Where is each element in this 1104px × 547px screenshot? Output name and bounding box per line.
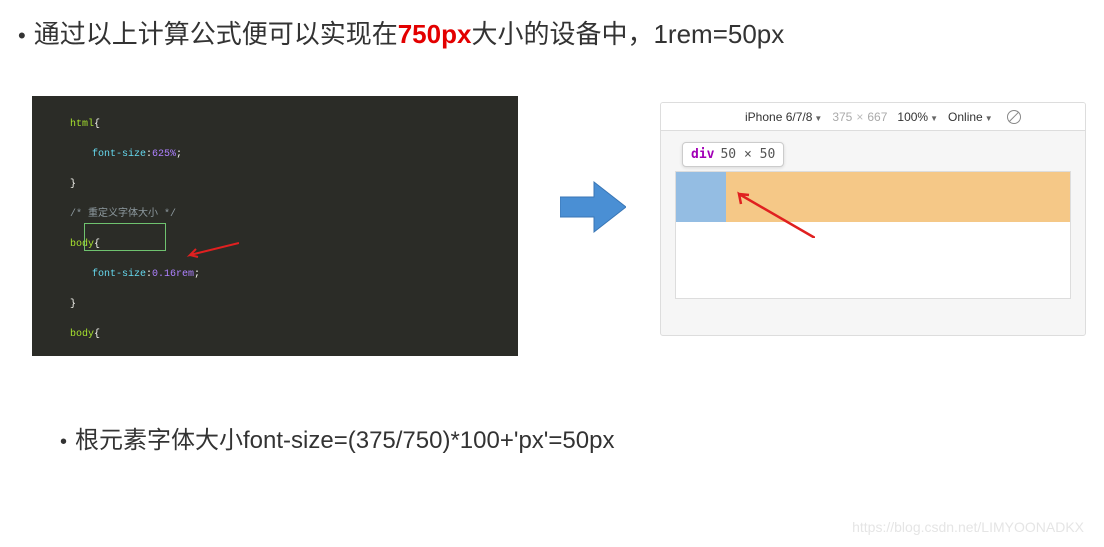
sub-text: 根元素字体大小font-size=(375/750)*100+'px'=50px: [75, 420, 614, 455]
bullet-dot: •: [60, 431, 67, 454]
network-selector[interactable]: Online▼: [948, 110, 993, 124]
code-editor: html{ font-size:625%; } /* 重定义字体大小 */ bo…: [32, 96, 518, 356]
bullet-dot: •: [18, 23, 26, 49]
sub-bullet: • 根元素字体大小font-size=(375/750)*100+'px'=50…: [60, 420, 614, 455]
tooltip-dimensions: 50 × 50: [720, 147, 775, 162]
main-text-pre: 通过以上计算公式便可以实现在: [34, 19, 398, 49]
zoom-selector[interactable]: 100%▼: [897, 110, 938, 124]
device-selector[interactable]: iPhone 6/7/8▼: [745, 110, 822, 124]
stop-icon[interactable]: [1007, 110, 1021, 124]
rendered-div-element: [676, 172, 726, 222]
main-bullet: • 通过以上计算公式便可以实现在750px大小的设备中，1rem=50px: [18, 14, 784, 51]
watermark: https://blog.csdn.net/LIMYOONADKX: [852, 519, 1084, 535]
annotation-arrow-icon: [172, 226, 227, 244]
tooltip-tag: div: [691, 147, 714, 162]
annotation-arrow-icon: [735, 190, 815, 238]
main-text-post: 大小的设备中，1rem=50px: [471, 19, 784, 49]
devtools-panel: iPhone 6/7/8▼ 375×667 100%▼ Online▼: [660, 102, 1086, 336]
element-tooltip: div 50 × 50: [682, 142, 784, 167]
highlight-box: [84, 223, 166, 251]
devtools-toolbar: iPhone 6/7/8▼ 375×667 100%▼ Online▼: [661, 103, 1085, 131]
main-text-highlight: 750px: [398, 19, 472, 49]
arrow-right-icon: [560, 180, 626, 234]
viewport-height-input[interactable]: 667: [867, 110, 887, 124]
viewport-width-input[interactable]: 375: [832, 110, 852, 124]
